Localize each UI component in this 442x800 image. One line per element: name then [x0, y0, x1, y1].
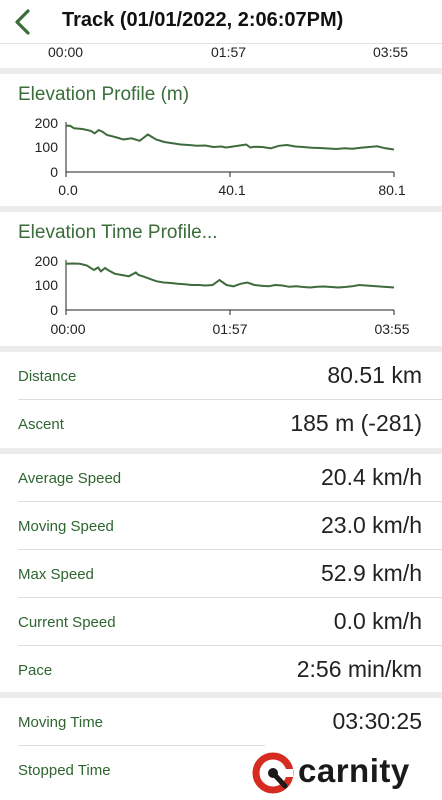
x-tick-label: 03:55 [374, 321, 409, 337]
carnity-logo-icon [252, 752, 294, 794]
x-tick-label: 40.1 [218, 182, 245, 198]
stat-label: Moving Speed [18, 518, 114, 535]
elevation-profile-chart: 200 100 0 0.0 40.1 80.1 [35, 115, 406, 198]
previous-chart-axis: 00:00 01:57 03:55 [0, 44, 442, 68]
axis-tick-label: 01:57 [211, 44, 247, 60]
stat-value: 03:30:25 [332, 708, 422, 734]
x-tick-label: 0.0 [58, 182, 78, 198]
stat-label: Ascent [18, 416, 64, 433]
y-tick-label: 100 [35, 139, 59, 155]
axis-tick-label: 00:00 [48, 44, 84, 60]
x-tick-label: 00:00 [50, 321, 85, 337]
stat-row-current-speed: Current Speed 0.0 km/h [0, 598, 442, 646]
stat-value: 52.9 km/h [321, 560, 422, 586]
watermark-text: carnity [298, 752, 410, 789]
elevation-profile-card[interactable]: Elevation Profile (m) 200 100 0 0.0 40.1… [0, 74, 442, 206]
stat-row-distance: Distance 80.51 km [0, 352, 442, 400]
stat-value: 80.51 km [327, 362, 422, 388]
stat-row-moving-time: Moving Time 03:30:25 [0, 698, 442, 746]
stat-label: Stopped Time [18, 762, 111, 779]
stat-label: Moving Time [18, 714, 104, 731]
x-tick-label: 80.1 [378, 182, 405, 198]
stat-row-moving-speed: Moving Speed 23.0 km/h [0, 502, 442, 550]
x-tick-label: 01:57 [212, 321, 247, 337]
stat-label: Current Speed [18, 614, 116, 631]
stat-label: Max Speed [18, 566, 94, 583]
y-tick-label: 200 [35, 115, 59, 131]
y-tick-label: 0 [50, 164, 58, 180]
distance-ascent-section: Distance 80.51 km Ascent 185 m (-281) [0, 352, 442, 448]
back-arrow-icon[interactable] [8, 6, 40, 38]
stat-row-average-speed: Average Speed 20.4 km/h [0, 454, 442, 502]
navigation-bar: Track (01/01/2022, 2:06:07PM) [0, 0, 442, 44]
stat-row-max-speed: Max Speed 52.9 km/h [0, 550, 442, 598]
stat-label: Distance [18, 368, 77, 385]
stat-label: Average Speed [18, 470, 122, 487]
stat-row-ascent: Ascent 185 m (-281) [0, 400, 442, 448]
elevation-time-profile-chart: 200 100 0 00:00 01:57 03:55 [35, 253, 410, 337]
stat-value: 185 m (-281) [290, 410, 422, 436]
stat-value: 23.0 km/h [321, 512, 422, 538]
stat-value: 0.0 km/h [333, 608, 422, 634]
elevation-time-line-series [65, 262, 395, 289]
stat-row-pace: Pace 2:56 min/km [0, 646, 442, 694]
elevation-time-profile-card[interactable]: Elevation Time Profile... 200 100 0 00:0… [0, 212, 442, 346]
y-tick-label: 0 [50, 302, 58, 318]
page-title: Track (01/01/2022, 2:06:07PM) [62, 9, 344, 31]
stat-value: 20.4 km/h [321, 464, 422, 490]
stat-label: Pace [18, 662, 53, 679]
y-tick-label: 200 [35, 253, 59, 269]
elevation-line-series [66, 124, 395, 151]
y-tick-label: 100 [35, 277, 59, 293]
carnity-watermark: carnity [246, 744, 442, 800]
stat-value: 2:56 min/km [296, 656, 422, 682]
speed-section: Average Speed 20.4 km/h Moving Speed 23.… [0, 454, 442, 692]
axis-tick-label: 03:55 [373, 44, 409, 60]
